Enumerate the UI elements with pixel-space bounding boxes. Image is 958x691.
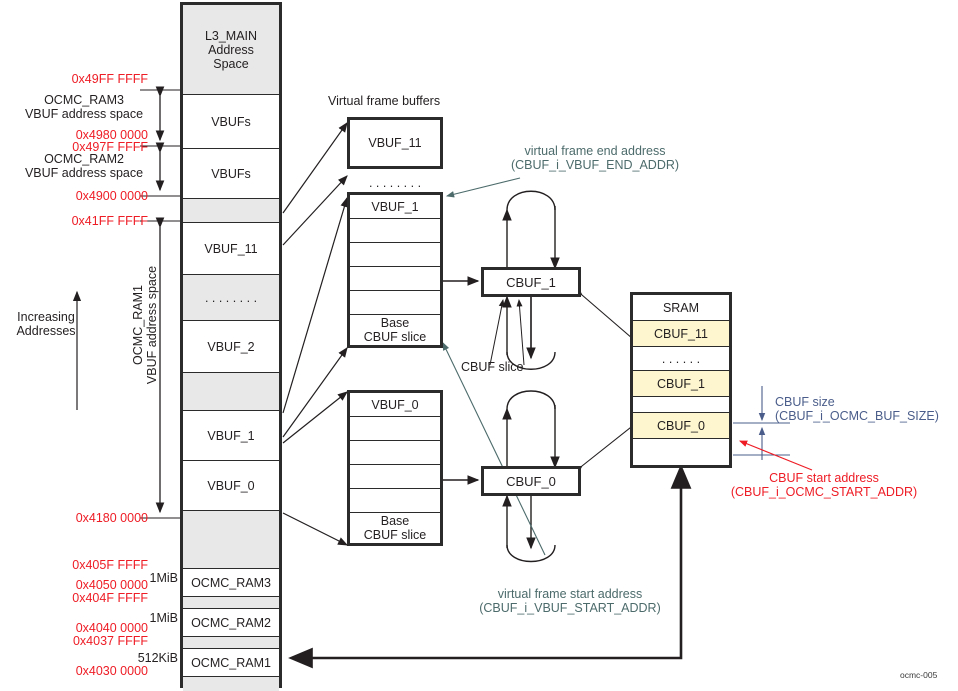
address-0x41FFFFFF: 0x41FF FFFF: [71, 214, 148, 228]
virtual-frame-buffers-title: Virtual frame buffers: [328, 94, 441, 108]
figure-id-label: ocmc-005: [900, 670, 938, 680]
annotation-cbuf-start-addr: CBUF start address (CBUF_i_OCMC_START_AD…: [730, 471, 918, 499]
vbuf-1-slice-3: [350, 267, 440, 291]
sram-row-cbuf-1: CBUF_1: [633, 371, 729, 397]
sram-row-cbuf-11: CBUF_11: [633, 321, 729, 347]
cbuf-slice-label: CBUF slice: [461, 360, 524, 374]
address-0x49000000: 0x4900 0000: [75, 189, 148, 203]
memmap-row-reserved-4: [183, 597, 279, 609]
sram-row-gap: [633, 397, 729, 413]
vbuf-1-box: VBUF_1 Base CBUF slice: [347, 192, 443, 348]
l3-main-address-space-column: L3_MAIN Address Space VBUFs VBUFs VBUF_1…: [180, 2, 282, 691]
vbuf-0-slice-2: [350, 441, 440, 465]
memmap-row-vbuf-2: VBUF_2: [183, 321, 279, 373]
memmap-row-ocmc-ram2: OCMC_RAM2: [183, 609, 279, 637]
cbuf-0-label: CBUF_0: [506, 473, 556, 489]
address-0x40300000: 0x4030 0000: [75, 664, 148, 678]
vbuf-0-box: VBUF_0 Base CBUF slice: [347, 390, 443, 546]
vbuf-1-base-slice: Base CBUF slice: [363, 316, 427, 344]
memmap-row-reserved-1: [183, 199, 279, 223]
size-label-1mib-ram2: 1MiB: [149, 611, 178, 625]
vbuf-1-slice-1: [350, 219, 440, 243]
address-0x404FFFFF: 0x404F FFFF: [72, 591, 148, 605]
vbuf-11-label: VBUF_11: [368, 136, 422, 150]
memmap-title: L3_MAIN Address Space: [183, 5, 279, 95]
memmap-row-reserved-5: [183, 637, 279, 649]
memmap-row-vbuf-1: VBUF_1: [183, 411, 279, 461]
memmap-row-ellipsis: . . . . . . . .: [183, 275, 279, 321]
diagram-canvas: L3_MAIN Address Space VBUFs VBUFs VBUF_1…: [0, 0, 958, 691]
span-label-ocmc-ram3: OCMC_RAM3 VBUF address space: [24, 93, 144, 121]
cbuf-0-box: CBUF_0: [481, 466, 581, 496]
annotation-vbuf-end-addr: virtual frame end address (CBUF_i_VBUF_E…: [510, 144, 680, 172]
memmap-row-vbuf-0: VBUF_0: [183, 461, 279, 511]
vbuf-0-slice-1: [350, 417, 440, 441]
span-label-ocmc-ram1: OCMC_RAM1 VBUF address space: [131, 265, 159, 385]
span-label-ocmc-ram2: OCMC_RAM2 VBUF address space: [24, 152, 144, 180]
memmap-row-ocmc-ram1: OCMC_RAM1: [183, 649, 279, 677]
annotation-cbuf-size: CBUF size (CBUF_i_OCMC_BUF_SIZE): [775, 395, 939, 423]
vbuf-0-base-slice: Base CBUF slice: [363, 514, 427, 542]
sram-box: SRAM CBUF_11 . . . . . . CBUF_1 CBUF_0: [630, 292, 732, 468]
cbuf-1-box: CBUF_1: [481, 267, 581, 297]
vbuf-1-slice-2: [350, 243, 440, 267]
vbuf-ellipsis: . . . . . . . .: [368, 176, 422, 190]
size-label-512kib-ram1: 512KiB: [137, 651, 178, 665]
memmap-row-ocmc-ram3: OCMC_RAM3: [183, 569, 279, 597]
memmap-row-reserved-3: [183, 511, 279, 569]
memmap-row-vbuf-11: VBUF_11: [183, 223, 279, 275]
memmap-row-vbufs-ram3: VBUFs: [183, 95, 279, 149]
memmap-row-reserved-6: [183, 677, 279, 691]
annotation-vbuf-start-addr: virtual frame start address (CBUF_i_VBUF…: [479, 587, 661, 615]
address-0x41800000: 0x4180 0000: [75, 511, 148, 525]
vbuf-0-slice-4: [350, 489, 440, 513]
sram-row-cbuf-0: CBUF_0: [633, 413, 729, 439]
address-0x405FFFFF: 0x405F FFFF: [72, 558, 148, 572]
vbuf-1-slice-4: [350, 291, 440, 315]
sram-row-ellipsis: . . . . . .: [633, 347, 729, 371]
vbuf-1-slice-0: VBUF_1: [350, 195, 440, 219]
size-label-1mib-ram3: 1MiB: [149, 571, 178, 585]
memmap-row-reserved-2: [183, 373, 279, 411]
sram-title: SRAM: [633, 295, 729, 321]
vbuf-0-slice-3: [350, 465, 440, 489]
vbuf-0-slice-0: VBUF_0: [350, 393, 440, 417]
memmap-row-vbufs-ram2: VBUFs: [183, 149, 279, 199]
address-0x49FFFFFF: 0x49FF FFFF: [71, 72, 148, 86]
cbuf-1-label: CBUF_1: [506, 274, 556, 290]
increasing-addresses-label: Increasing Addresses: [16, 310, 76, 338]
sram-row-free: [633, 439, 729, 465]
address-0x4037FFFF: 0x4037 FFFF: [72, 634, 148, 648]
vbuf-11-box: VBUF_11: [347, 117, 443, 169]
